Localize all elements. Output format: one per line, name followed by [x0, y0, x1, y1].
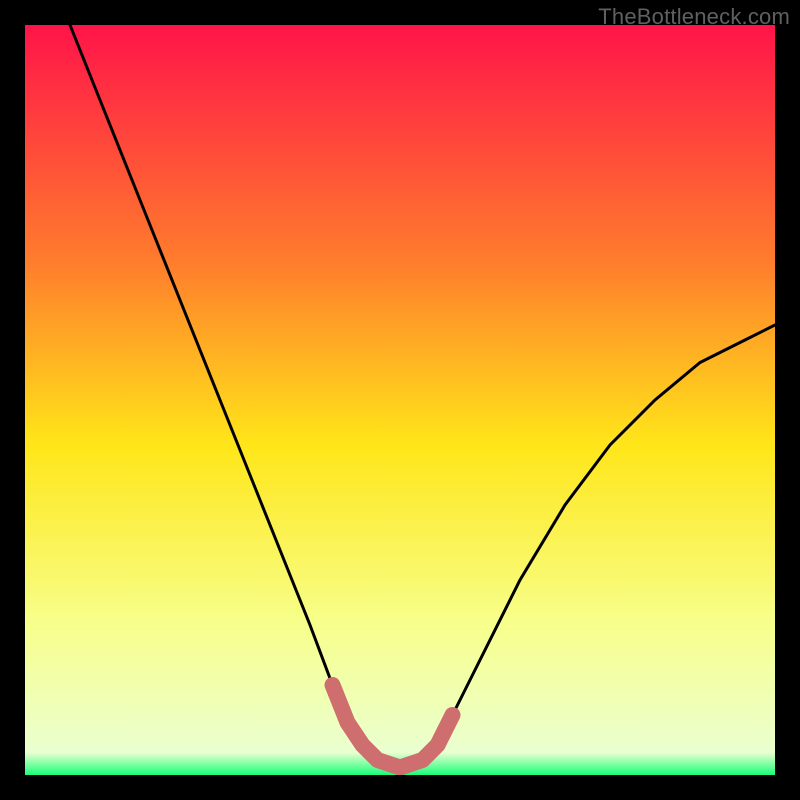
bottleneck-chart	[25, 25, 775, 775]
chart-frame: TheBottleneck.com	[0, 0, 800, 800]
gradient-background	[25, 25, 775, 775]
